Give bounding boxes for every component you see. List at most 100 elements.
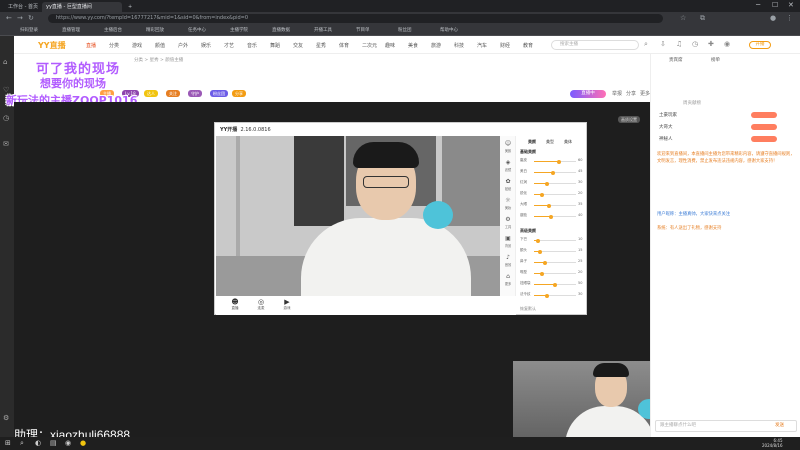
slider-handle[interactable] bbox=[536, 238, 541, 243]
rail-tool-icon[interactable]: ✿ bbox=[503, 178, 513, 185]
tab-rank[interactable]: 榜单 bbox=[711, 57, 720, 63]
slider-track[interactable] bbox=[534, 181, 576, 186]
star-icon[interactable]: ☆ bbox=[680, 14, 686, 22]
slider-handle[interactable] bbox=[544, 181, 549, 186]
nav-item[interactable]: 交友 bbox=[293, 42, 303, 49]
download-icon[interactable]: ⇩ bbox=[660, 40, 666, 48]
reload-icon[interactable]: ↻ bbox=[28, 14, 34, 22]
rail-tool-icon[interactable]: ▣ bbox=[503, 235, 513, 242]
close-icon[interactable]: ✕ bbox=[788, 1, 794, 9]
beauty-slider[interactable]: 额头 15 bbox=[520, 248, 582, 254]
slider-handle[interactable] bbox=[540, 271, 545, 276]
yy-app-icon[interactable]: ● bbox=[80, 439, 86, 447]
bookmark-item[interactable]: 主播后台 bbox=[104, 27, 122, 33]
slider-handle[interactable] bbox=[546, 203, 551, 208]
nav-item[interactable]: 美食 bbox=[408, 42, 418, 49]
back-icon[interactable]: ← bbox=[6, 14, 12, 22]
slider-track[interactable] bbox=[534, 282, 576, 287]
new-tab-button[interactable]: + bbox=[124, 2, 134, 12]
slider-handle[interactable] bbox=[538, 249, 543, 254]
bookmark-item[interactable]: 主播学院 bbox=[230, 27, 248, 33]
chrome-icon[interactable]: ◉ bbox=[65, 439, 71, 447]
nav-item[interactable]: 财经 bbox=[500, 42, 510, 49]
profile-icon[interactable]: ● bbox=[770, 14, 776, 22]
bookmark-item[interactable]: 直播管理 bbox=[62, 27, 80, 33]
nav-item[interactable]: 游戏 bbox=[132, 42, 142, 49]
gift-icon[interactable]: ✚ bbox=[708, 40, 714, 48]
site-logo[interactable]: YY直播 bbox=[38, 40, 66, 51]
beauty-slider[interactable]: 红润 30 bbox=[520, 180, 582, 186]
slider-handle[interactable] bbox=[542, 260, 547, 265]
rail-tool-icon[interactable]: ⚙ bbox=[503, 216, 513, 223]
home-icon[interactable]: ⌂ bbox=[3, 58, 7, 66]
rank-item[interactable]: 大哥大 bbox=[659, 124, 673, 130]
bookmark-item[interactable]: 精彩回放 bbox=[146, 27, 164, 33]
beauty-slider[interactable]: 祛眼袋 50 bbox=[520, 281, 582, 287]
slider-handle[interactable] bbox=[544, 293, 549, 298]
browser-tab-active[interactable]: yy直播 - 巨型直播间 bbox=[42, 2, 122, 12]
extension-icon[interactable]: ⧉ bbox=[700, 14, 705, 23]
message-icon[interactable]: ✉ bbox=[3, 140, 9, 148]
beauty-slider[interactable]: 下巴 10 bbox=[520, 237, 582, 243]
nav-item[interactable]: 旅游 bbox=[431, 42, 441, 49]
slider-track[interactable] bbox=[534, 260, 576, 265]
bookmark-item[interactable]: 任务中心 bbox=[188, 27, 206, 33]
explorer-icon[interactable]: ▤ bbox=[50, 439, 57, 447]
quality-button[interactable]: 画质设置 bbox=[618, 116, 640, 123]
slider-handle[interactable] bbox=[553, 282, 557, 287]
rail-tool-icon[interactable]: ☺ bbox=[503, 140, 513, 147]
nav-item[interactable]: 娱乐 bbox=[201, 42, 211, 49]
nav-item[interactable]: 直播 bbox=[86, 42, 96, 49]
panel-tab-body[interactable]: 美体 bbox=[564, 139, 572, 145]
start-icon[interactable]: ⊞ bbox=[5, 439, 11, 447]
minimize-icon[interactable]: ─ bbox=[756, 1, 760, 9]
yy-bottom-button[interactable]: ▶ 游戏 bbox=[278, 298, 296, 311]
slider-track[interactable] bbox=[534, 249, 576, 254]
browser-tab[interactable]: 工作台 - 首页 bbox=[4, 2, 40, 12]
search-taskbar-icon[interactable]: ⌕ bbox=[20, 439, 24, 448]
search-icon[interactable]: ⌕ bbox=[644, 40, 648, 49]
search-input[interactable]: 搜索主播 bbox=[551, 40, 639, 50]
settings-icon[interactable]: ⚙ bbox=[3, 414, 9, 422]
yy-bottom-button[interactable]: ◎ 连麦 bbox=[252, 298, 270, 311]
yy-bottom-button[interactable]: ☻ 直播 bbox=[226, 298, 244, 311]
rail-tool-icon[interactable]: ♪ bbox=[503, 254, 513, 261]
slider-track[interactable] bbox=[534, 238, 576, 243]
panel-tab-beauty[interactable]: 美颜 bbox=[528, 139, 536, 145]
nav-item[interactable]: 分类 bbox=[109, 42, 119, 49]
address-input[interactable]: https://www.yy.com/?tempId=16777217&mid=… bbox=[48, 14, 663, 23]
bookmark-item[interactable]: 节目单 bbox=[356, 27, 370, 33]
slider-handle[interactable] bbox=[550, 170, 555, 175]
beauty-slider[interactable]: 磨皮 60 bbox=[520, 158, 582, 164]
slider-track[interactable] bbox=[534, 271, 576, 276]
rail-tool-icon[interactable]: ⌂ bbox=[503, 273, 513, 280]
nav-item[interactable]: 科技 bbox=[454, 42, 464, 49]
rail-tool-icon[interactable]: ◈ bbox=[503, 159, 513, 166]
nav-item[interactable]: 音乐 bbox=[247, 42, 257, 49]
slider-track[interactable] bbox=[534, 159, 576, 164]
beauty-slider[interactable]: 锐化 20 bbox=[520, 191, 582, 197]
nav-item[interactable]: 体育 bbox=[339, 42, 349, 49]
send-button[interactable]: 发送 bbox=[775, 422, 784, 428]
report-link[interactable]: 举报 bbox=[612, 90, 622, 97]
bookmark-item[interactable]: 扫码登录 bbox=[20, 27, 38, 33]
forward-icon[interactable]: → bbox=[17, 14, 23, 22]
nav-item[interactable]: 颜值 bbox=[155, 42, 165, 49]
beauty-slider[interactable]: 嘴型 20 bbox=[520, 270, 582, 276]
slider-track[interactable] bbox=[534, 214, 576, 219]
bell-icon[interactable]: ♫ bbox=[676, 40, 682, 48]
bookmark-item[interactable]: 帮助中心 bbox=[440, 27, 458, 33]
nav-item[interactable]: 才艺 bbox=[224, 42, 234, 49]
edge-icon[interactable]: ◐ bbox=[35, 439, 41, 447]
share-link[interactable]: 分享 bbox=[626, 90, 636, 97]
avatar-icon[interactable]: ◉ bbox=[724, 40, 730, 48]
panel-tab-shape[interactable]: 美型 bbox=[546, 139, 554, 145]
nav-item[interactable]: 舞蹈 bbox=[270, 42, 280, 49]
rank-item[interactable]: 神秘人 bbox=[659, 136, 673, 142]
history-icon[interactable]: ◷ bbox=[3, 114, 9, 122]
beauty-slider[interactable]: 法令纹 30 bbox=[520, 292, 582, 298]
slider-track[interactable] bbox=[534, 170, 576, 175]
beauty-slider[interactable]: 鼻子 25 bbox=[520, 259, 582, 265]
nav-item[interactable]: 趣味 bbox=[385, 42, 395, 49]
more-link[interactable]: 更多 bbox=[640, 90, 650, 97]
